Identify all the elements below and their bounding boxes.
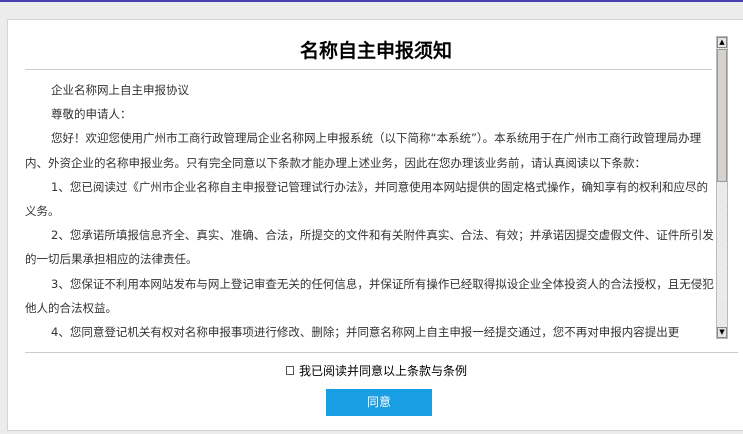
paragraph: 尊敬的申请人：	[51, 107, 132, 122]
paragraph: 1、您已阅读过《广州市企业名称自主申报登记管理试行办法》，并同意使用本网站提供的…	[25, 179, 709, 219]
agreement-text[interactable]: 企业名称网上自主申报协议 尊敬的申请人： 您好！欢迎您使用广州市工商行政管理局企…	[25, 78, 715, 339]
divider	[25, 352, 738, 353]
scrollbar-thumb[interactable]	[717, 49, 727, 182]
scroll-down-icon[interactable]: ▼	[717, 327, 727, 338]
paragraph: 4、您同意登记机关有权对名称申报事项进行修改、删除；并同意名称网上自主申报一经提…	[51, 325, 680, 339]
paragraph: 企业名称网上自主申报协议	[51, 83, 189, 97]
agree-checkbox-label: 我已阅读并同意以上条款与条例	[299, 364, 468, 378]
page-title: 名称自主申报须知	[299, 40, 452, 62]
agree-checkbox[interactable]	[286, 366, 294, 375]
paragraph: 您好！欢迎您使用广州市工商行政管理局企业名称网上申报系统（以下简称“本系统”）。…	[25, 131, 702, 170]
agree-checkbox-row[interactable]: 我已阅读并同意以上条款与条例	[286, 362, 467, 379]
scrollbar[interactable]: ▲ ▼	[716, 36, 728, 339]
scroll-up-icon[interactable]: ▲	[717, 37, 727, 48]
agree-button[interactable]: 同意	[326, 389, 432, 416]
top-border	[0, 0, 743, 2]
notice-panel: 名称自主申报须知 企业名称网上自主申报协议 尊敬的申请人： 您好！欢迎您使用广州…	[7, 19, 743, 431]
paragraph: 2、您承诺所填报信息齐全、真实、准确、合法，所提交的文件和有关附件真实、合法、有…	[25, 228, 714, 267]
divider	[25, 69, 712, 70]
paragraph: 3、您保证不利用本网站发布与网上登记审查无关的任何信息，并保证所有操作已经取得拟…	[25, 276, 714, 315]
